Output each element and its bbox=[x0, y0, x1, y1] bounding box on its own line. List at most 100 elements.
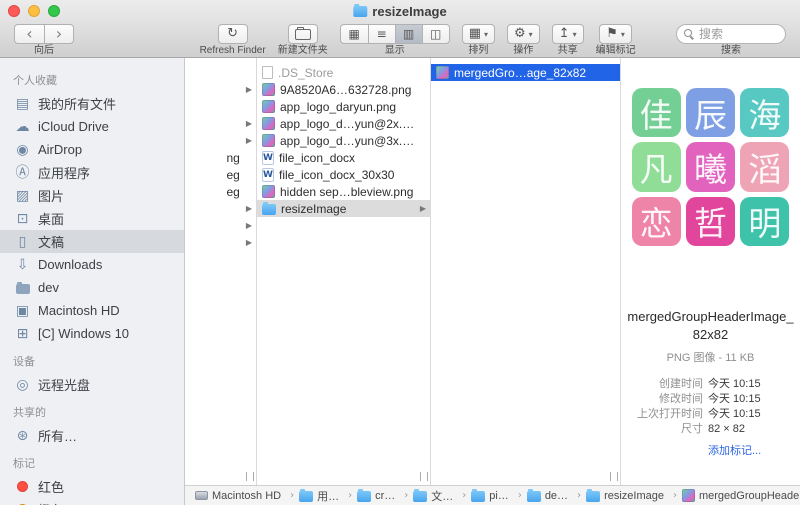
sidebar-item-label: 我的所有文件 bbox=[38, 97, 117, 112]
sidebar-item[interactable]: ⇩ Downloads bbox=[0, 253, 184, 276]
path-separator-icon: › bbox=[577, 490, 582, 501]
file-row[interactable]: 9A8520A6…632728.png ▶ bbox=[257, 81, 430, 98]
sidebar-item[interactable]: ⊡ 桌面 bbox=[0, 207, 184, 230]
parent-row[interactable]: ▶ bbox=[185, 200, 256, 217]
caret-down-icon: ▾ bbox=[620, 29, 625, 39]
preview-tile: 明 bbox=[740, 196, 790, 246]
column-resize-handle[interactable] bbox=[420, 472, 428, 481]
sidebar-item[interactable]: dev bbox=[0, 276, 184, 299]
sidebar-item[interactable]: ⊞ [C] Windows 10 bbox=[0, 322, 184, 345]
folder-sb-icon bbox=[16, 281, 30, 294]
sidebar-item[interactable]: ▣ Macintosh HD bbox=[0, 299, 184, 322]
file-row[interactable]: resizeImage ▶ bbox=[257, 200, 430, 217]
sidebar-item[interactable]: Ⓐ 应用程序 bbox=[0, 161, 184, 184]
navigation-group: ‹ › 向后 bbox=[14, 24, 74, 57]
file-name-fragment: eg bbox=[226, 167, 240, 182]
back-button[interactable]: ‹ bbox=[14, 24, 44, 44]
sidebar-item[interactable]: ⊛ 所有… bbox=[0, 424, 184, 447]
list-view-button[interactable]: ≡ bbox=[367, 25, 395, 43]
share-button[interactable]: ↥ ▾ bbox=[551, 24, 584, 44]
icloud-icon: ☁ bbox=[15, 118, 30, 135]
parent-row[interactable]: ng ▶ bbox=[185, 149, 256, 166]
tile-character: 佳 bbox=[639, 96, 673, 134]
sidebar-item[interactable]: ▤ 我的所有文件 bbox=[0, 92, 184, 115]
file-row[interactable]: app_logo_daryun.png ▶ bbox=[257, 98, 430, 115]
path-item[interactable]: resizeImage › bbox=[586, 488, 682, 502]
path-item[interactable]: pi… › bbox=[471, 488, 527, 502]
parent-row[interactable]: eg ▶ bbox=[185, 183, 256, 200]
refresh-icon: ↻ bbox=[227, 26, 239, 41]
sidebar-item[interactable]: ◉ AirDrop bbox=[0, 138, 184, 161]
parent-row[interactable]: ▶ bbox=[185, 98, 256, 115]
file-row[interactable]: app_logo_d…yun@2x.png ▶ bbox=[257, 115, 430, 132]
detail-label: 尺寸 bbox=[681, 423, 703, 436]
action-group: ⚙ ▾ 操作 bbox=[507, 24, 540, 57]
file-name: hidden sep…bleview.png bbox=[280, 184, 414, 199]
sidebar-item-label: 桌面 bbox=[38, 212, 65, 227]
sidebar-tag-item[interactable]: 橙色 bbox=[0, 498, 184, 505]
parent-row[interactable]: ▶ bbox=[185, 115, 256, 132]
folder-proxy-icon[interactable] bbox=[353, 3, 368, 17]
zoom-button[interactable] bbox=[48, 5, 60, 17]
titlebar[interactable]: resizeImage bbox=[0, 0, 800, 22]
path-item-label: de… bbox=[544, 489, 569, 502]
file-row[interactable]: file_icon_docx ▶ bbox=[257, 149, 430, 166]
column-resize-handle[interactable] bbox=[610, 472, 618, 481]
search-field[interactable] bbox=[676, 24, 786, 44]
arrange-icon: ▦ bbox=[468, 26, 481, 41]
new-folder-button[interactable] bbox=[287, 24, 318, 44]
sidebar-section-title: 共享的 bbox=[13, 407, 46, 419]
column-resize-handle[interactable] bbox=[246, 472, 254, 481]
image-icon bbox=[681, 489, 695, 502]
tile-character: 恋 bbox=[639, 205, 673, 243]
parent-row[interactable]: ▶ bbox=[185, 234, 256, 251]
folder-icon bbox=[471, 488, 486, 502]
edit-tags-button[interactable]: ⚑ ▾ bbox=[599, 24, 632, 44]
path-item[interactable]: mergedGroupHeaderImage_82x82 › bbox=[681, 489, 800, 502]
parent-row[interactable]: ▶ bbox=[185, 217, 256, 234]
file-row[interactable]: app_logo_d…yun@3x.png ▶ bbox=[257, 132, 430, 149]
parent-row[interactable]: eg ▶ bbox=[185, 166, 256, 183]
coverflow-view-button[interactable]: ◫ bbox=[421, 25, 449, 43]
apps-icon: Ⓐ bbox=[15, 164, 30, 181]
action-button[interactable]: ⚙ ▾ bbox=[507, 24, 540, 44]
forward-button[interactable]: › bbox=[44, 24, 74, 44]
sidebar-item[interactable]: ▯ 文稿 bbox=[0, 230, 184, 253]
minimize-button[interactable] bbox=[28, 5, 40, 17]
image-icon bbox=[262, 134, 275, 147]
parent-row[interactable]: ▶ bbox=[185, 132, 256, 149]
file-row[interactable]: file_icon_docx_30x30 ▶ bbox=[257, 166, 430, 183]
arrange-button[interactable]: ▦ ▾ bbox=[461, 24, 496, 44]
disclosure-icon: ▶ bbox=[419, 204, 426, 213]
back-label: 向后 bbox=[34, 45, 54, 56]
sidebar-tag-item[interactable]: 红色 bbox=[0, 475, 184, 498]
sidebar-section-title: 标记 bbox=[13, 458, 35, 470]
file-name: resizeImage bbox=[281, 201, 347, 216]
path-item[interactable]: 文… › bbox=[413, 488, 471, 504]
sidebar-item[interactable]: ◎ 远程光盘 bbox=[0, 373, 184, 396]
search-input[interactable] bbox=[699, 27, 778, 41]
sidebar-item-label: 所有… bbox=[38, 429, 78, 444]
sidebar-item[interactable]: ☁ iCloud Drive bbox=[0, 115, 184, 138]
caret-down-icon: ▾ bbox=[484, 29, 489, 39]
path-item-label: resizeImage bbox=[604, 489, 664, 502]
parent-row[interactable]: ▶ bbox=[185, 64, 256, 81]
add-tags-link[interactable]: 添加标记... bbox=[708, 442, 800, 458]
refresh-group: ↻ Refresh Finder bbox=[200, 24, 266, 57]
preview-tile: 曦 bbox=[685, 142, 736, 192]
file-row[interactable]: hidden sep…bleview.png ▶ bbox=[257, 183, 430, 200]
file-row[interactable]: mergedGro…age_82x82 bbox=[431, 64, 620, 81]
close-button[interactable] bbox=[8, 5, 20, 17]
sidebar-item[interactable]: ▨ 图片 bbox=[0, 184, 184, 207]
parent-row[interactable]: ▶ bbox=[185, 81, 256, 98]
path-item[interactable]: cr… › bbox=[357, 488, 413, 502]
column-view-button[interactable]: ▥ bbox=[394, 25, 422, 43]
path-item[interactable]: de… › bbox=[526, 488, 586, 502]
refresh-button[interactable]: ↻ bbox=[217, 24, 248, 44]
path-item[interactable]: Macintosh HD › bbox=[195, 490, 299, 502]
icon-view-button[interactable]: ▦ bbox=[341, 25, 368, 43]
detail-row: 上次打开时间 今天 10:15 bbox=[621, 407, 800, 422]
path-item[interactable]: 用… › bbox=[299, 488, 357, 504]
file-row[interactable]: .DS_Store ▶ bbox=[257, 64, 430, 81]
file-name: mergedGro…age_82x82 bbox=[454, 65, 587, 80]
